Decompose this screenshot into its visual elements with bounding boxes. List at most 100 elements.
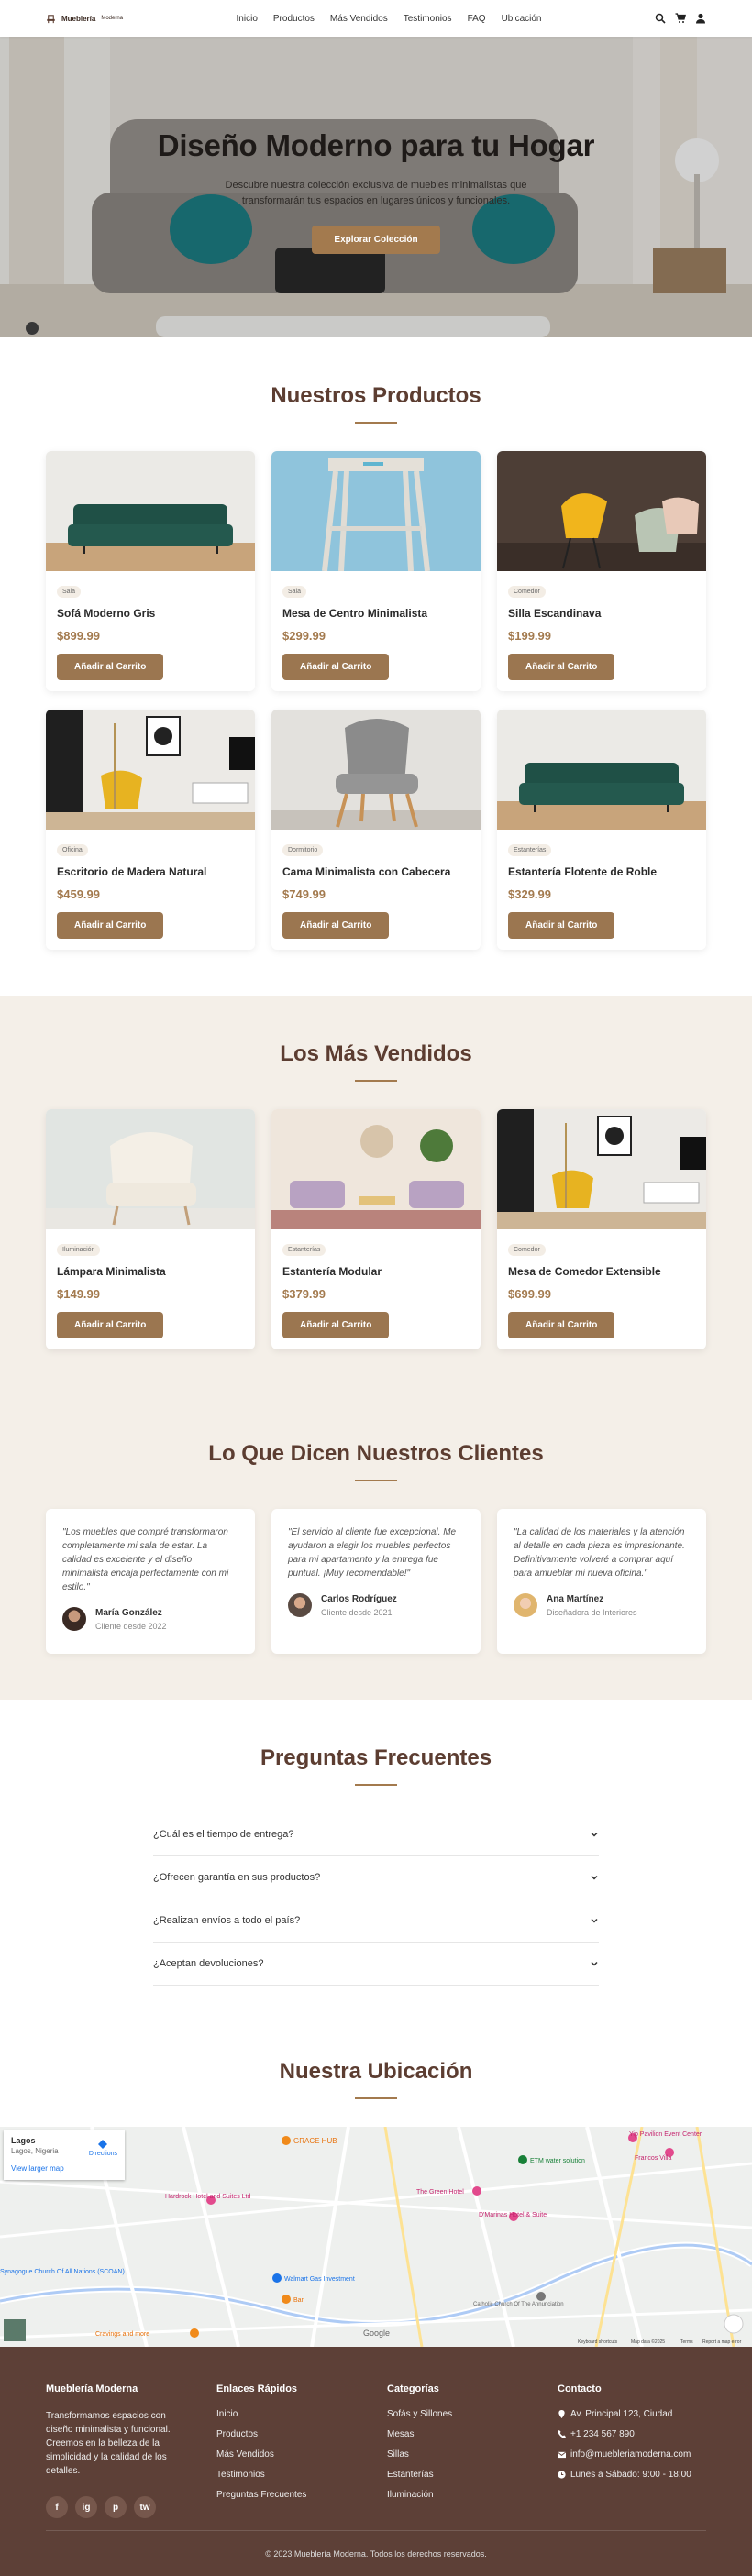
product-price: $379.99 bbox=[282, 1287, 326, 1301]
section-title: Lo Que Dicen Nuestros Clientes bbox=[208, 1441, 544, 1466]
product-image[interactable] bbox=[46, 451, 255, 571]
clock-icon bbox=[558, 2471, 566, 2479]
map-embed[interactable]: GRACE HUB ETM water solution The Green H… bbox=[0, 2127, 752, 2347]
map-label: The Green Hotel bbox=[416, 2189, 464, 2196]
footer-heading: Enlaces Rápidos bbox=[216, 2383, 298, 2394]
faq-question: ¿Cuál es el tiempo de entrega? bbox=[153, 1829, 294, 1840]
add-to-cart-button[interactable]: Añadir al Carrito bbox=[57, 912, 164, 939]
product-name: Estantería Modular bbox=[282, 1265, 382, 1278]
avatar bbox=[288, 1593, 312, 1617]
hero-section: Diseño Moderno para tu Hogar Descubre nu… bbox=[0, 37, 752, 337]
add-to-cart-button[interactable]: Añadir al Carrito bbox=[282, 654, 390, 680]
product-name: Escritorio de Madera Natural bbox=[57, 865, 207, 878]
map-label: Cravings and more bbox=[95, 2331, 149, 2338]
faq-item[interactable]: ¿Ofrecen garantía en sus productos? bbox=[153, 1856, 599, 1899]
map-label: Catholic Church Of The Annunciation bbox=[473, 2302, 564, 2307]
footer-link[interactable]: Preguntas Frecuentes bbox=[216, 2490, 387, 2500]
add-to-cart-button[interactable]: Añadir al Carrito bbox=[57, 1312, 164, 1338]
product-image[interactable] bbox=[271, 1109, 481, 1229]
view-larger-map-link[interactable]: View larger map bbox=[11, 2164, 117, 2173]
author-name: Ana Martínez bbox=[547, 1593, 604, 1604]
product-price: $299.99 bbox=[282, 629, 326, 643]
title-underline bbox=[355, 1480, 397, 1481]
faq-item[interactable]: ¿Cuál es el tiempo de entrega? bbox=[153, 1813, 599, 1856]
title-underline bbox=[355, 1784, 397, 1786]
footer-link[interactable]: Inicio bbox=[216, 2409, 387, 2419]
pinterest-icon[interactable]: p bbox=[105, 2496, 127, 2518]
product-image[interactable] bbox=[46, 710, 255, 830]
copyright: © 2023 Mueblería Moderna. Todos los dere… bbox=[46, 2530, 706, 2576]
testimonial-author: María González Cliente desde 2022 bbox=[62, 1607, 238, 1631]
nav-link-faq[interactable]: FAQ bbox=[468, 14, 486, 24]
nav-link-ubicacion[interactable]: Ubicación bbox=[502, 14, 542, 24]
faq-question: ¿Aceptan devoluciones? bbox=[153, 1958, 264, 1969]
add-to-cart-button[interactable]: Añadir al Carrito bbox=[508, 654, 615, 680]
map-pin-icon bbox=[558, 2410, 565, 2418]
nav-link-testimonios[interactable]: Testimonios bbox=[404, 14, 452, 24]
footer-category-link[interactable]: Estanterías bbox=[387, 2470, 558, 2480]
search-icon[interactable] bbox=[655, 13, 666, 24]
map-label: Yip Pavilion Event Center bbox=[629, 2131, 702, 2138]
product-name: Mesa de Centro Minimalista bbox=[282, 607, 428, 620]
author-name: María González bbox=[95, 1607, 162, 1618]
contact-phone: +1 234 567 890 bbox=[558, 2429, 728, 2439]
map-footer-text: Keyboard shortcuts bbox=[578, 2339, 618, 2345]
avatar bbox=[62, 1607, 86, 1631]
footer-link[interactable]: Más Vendidos bbox=[216, 2449, 387, 2460]
user-icon[interactable] bbox=[695, 13, 706, 24]
faq-list: ¿Cuál es el tiempo de entrega? ¿Ofrecen … bbox=[153, 1813, 599, 1986]
add-to-cart-button[interactable]: Añadir al Carrito bbox=[282, 1312, 390, 1338]
footer-link[interactable]: Productos bbox=[216, 2429, 387, 2439]
map-label: Hardrock Hotel and Suites Ltd bbox=[165, 2194, 250, 2200]
map-label: Walmart Gas Investment bbox=[284, 2276, 355, 2283]
product-card: Iluminación Lámpara Minimalista $149.99 … bbox=[46, 1109, 255, 1349]
add-to-cart-button[interactable]: Añadir al Carrito bbox=[508, 1312, 615, 1338]
chevron-down-icon bbox=[591, 1918, 598, 1923]
product-image[interactable] bbox=[46, 1109, 255, 1229]
map-label: Francos Villa bbox=[635, 2155, 671, 2162]
footer-category-link[interactable]: Iluminación bbox=[387, 2490, 558, 2500]
title-underline bbox=[355, 2097, 397, 2099]
section-title: Preguntas Frecuentes bbox=[260, 1745, 492, 1770]
brand[interactable]: Mueblería Moderna bbox=[46, 14, 123, 24]
facebook-icon[interactable]: f bbox=[46, 2496, 68, 2518]
contact-hours: Lunes a Sábado: 9:00 - 18:00 bbox=[558, 2470, 728, 2480]
category-badge: Comedor bbox=[508, 1244, 546, 1256]
testimonial-quote: "El servicio al cliente fue excepcional.… bbox=[288, 1527, 457, 1579]
product-image[interactable] bbox=[497, 710, 706, 830]
product-card: Oficina Escritorio de Madera Natural $45… bbox=[46, 710, 255, 950]
cart-icon[interactable] bbox=[675, 13, 686, 24]
footer-category-link[interactable]: Sofás y Sillones bbox=[387, 2409, 558, 2419]
social-links: f ig p tw bbox=[46, 2496, 216, 2518]
add-to-cart-button[interactable]: Añadir al Carrito bbox=[282, 912, 390, 939]
nav-link-inicio[interactable]: Inicio bbox=[237, 14, 258, 24]
footer-category-link[interactable]: Mesas bbox=[387, 2429, 558, 2439]
explore-collection-button[interactable]: Explorar Colección bbox=[312, 226, 440, 254]
testimonial-card: "El servicio al cliente fue excepcional.… bbox=[271, 1509, 481, 1654]
faq-item[interactable]: ¿Aceptan devoluciones? bbox=[153, 1943, 599, 1986]
faq-item[interactable]: ¿Realizan envíos a todo el país? bbox=[153, 1899, 599, 1943]
directions-link[interactable]: Directions bbox=[89, 2140, 117, 2157]
footer-link[interactable]: Testimonios bbox=[216, 2470, 387, 2480]
nav-link-mas-vendidos[interactable]: Más Vendidos bbox=[330, 14, 388, 24]
chair-logo-icon bbox=[47, 14, 55, 23]
footer-categories: Categorías Sofás y Sillones Mesas Sillas… bbox=[387, 2383, 558, 2518]
add-to-cart-button[interactable]: Añadir al Carrito bbox=[508, 912, 615, 939]
chevron-down-icon bbox=[591, 1832, 598, 1837]
product-name: Lámpara Minimalista bbox=[57, 1265, 166, 1278]
product-price: $899.99 bbox=[57, 629, 100, 643]
product-image[interactable] bbox=[497, 451, 706, 571]
products-grid: Sala Sofá Moderno Gris $899.99 Añadir al… bbox=[46, 451, 706, 950]
nav-link-productos[interactable]: Productos bbox=[273, 14, 315, 24]
footer-category-link[interactable]: Sillas bbox=[387, 2449, 558, 2460]
add-to-cart-button[interactable]: Añadir al Carrito bbox=[57, 654, 164, 680]
twitter-icon[interactable]: tw bbox=[134, 2496, 156, 2518]
instagram-icon[interactable]: ig bbox=[75, 2496, 97, 2518]
testimonials-section: Lo Que Dicen Nuestros Clientes "Los mueb… bbox=[0, 1395, 752, 1700]
map-label: D'Marinas Hotel & Suite bbox=[479, 2212, 547, 2218]
author-role: Diseñadora de Interiores bbox=[547, 1607, 637, 1617]
product-image[interactable] bbox=[497, 1109, 706, 1229]
product-image[interactable] bbox=[271, 451, 481, 571]
product-image[interactable] bbox=[271, 710, 481, 830]
footer-contact: Contacto Av. Principal 123, Ciudad +1 23… bbox=[558, 2383, 728, 2518]
